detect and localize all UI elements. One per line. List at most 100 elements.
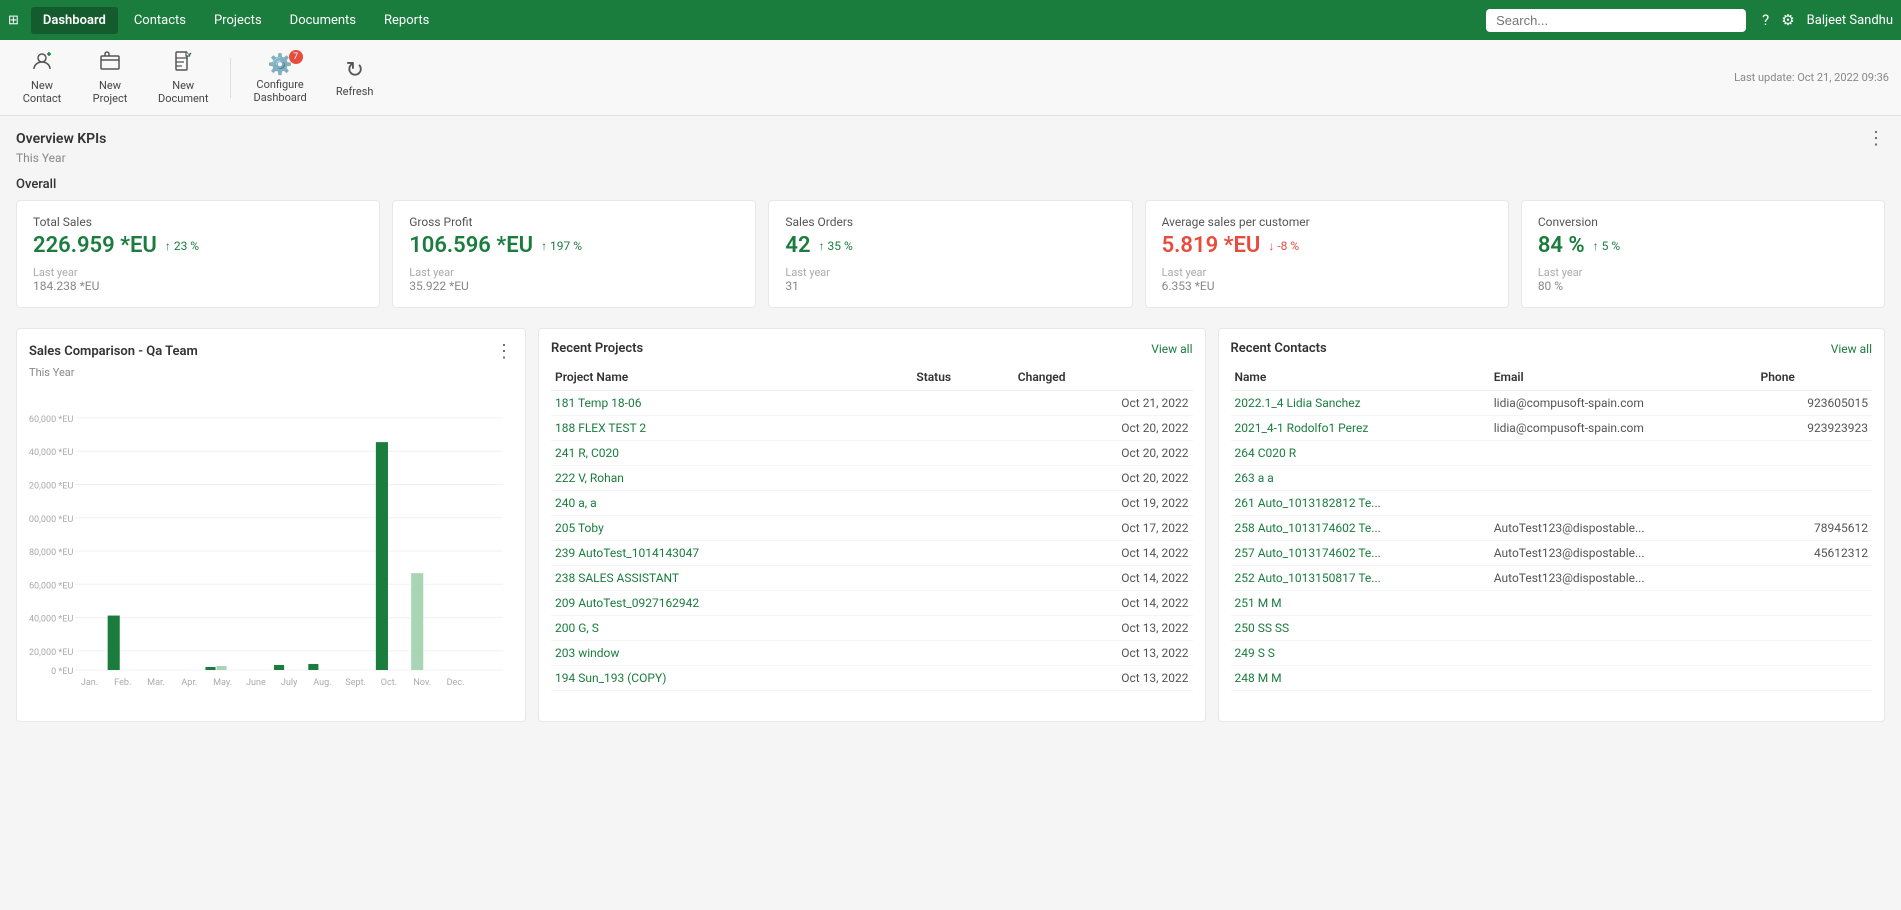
- project-name-cell[interactable]: 222 V, Rohan: [551, 466, 912, 491]
- overview-kpis-header: Overview KPIs ⋮: [16, 128, 1885, 149]
- project-name-cell[interactable]: 239 AutoTest_1014143047: [551, 541, 912, 566]
- recent-contacts-header: Recent Contacts View all: [1231, 341, 1873, 356]
- kpi-card-total-sales: Total Sales 226.959 *EU ↑ 23 % Last year…: [16, 200, 380, 308]
- contact-phone-cell: 923923923: [1757, 416, 1872, 441]
- new-contact-button[interactable]: NewContact: [12, 46, 72, 109]
- contact-email-cell: AutoTest123@dispostable...: [1490, 516, 1757, 541]
- project-name-cell[interactable]: 203 window: [551, 641, 912, 666]
- refresh-button[interactable]: ↻ Refresh: [325, 54, 385, 102]
- overall-label: Overall: [16, 177, 1885, 192]
- new-project-button[interactable]: NewProject: [80, 46, 140, 109]
- nav-item-contacts[interactable]: Contacts: [122, 7, 198, 34]
- kpi-label-total-sales: Total Sales: [33, 215, 363, 229]
- svg-text:40,000 *EU: 40,000 *EU: [29, 615, 73, 625]
- contact-phone-cell: 923605015: [1757, 391, 1872, 416]
- project-changed-cell: Oct 20, 2022: [1014, 416, 1193, 441]
- svg-text:Mar.: Mar.: [147, 678, 165, 688]
- project-name-cell[interactable]: 205 Toby: [551, 516, 912, 541]
- top-nav: ⊞ Dashboard Contacts Projects Documents …: [0, 0, 1901, 40]
- project-name-cell[interactable]: 240 a, a: [551, 491, 912, 516]
- svg-text:120,000 *EU: 120,000 *EU: [29, 482, 73, 492]
- svg-text:Jan.: Jan.: [81, 678, 98, 688]
- new-document-icon: [172, 50, 194, 77]
- table-row: 2021_4-1 Rodolfo1 Perez lidia@compusoft-…: [1231, 416, 1873, 441]
- svg-text:100,000 *EU: 100,000 *EU: [29, 515, 73, 525]
- contact-name-cell[interactable]: 261 Auto_1013182812 Te...: [1231, 491, 1490, 516]
- new-contact-label: NewContact: [23, 79, 61, 105]
- recent-projects-view-all[interactable]: View all: [1151, 342, 1192, 356]
- contact-name-cell[interactable]: 2022.1_4 Lidia Sanchez: [1231, 391, 1490, 416]
- nav-item-reports[interactable]: Reports: [372, 7, 441, 34]
- new-contact-icon: [31, 50, 53, 77]
- contact-name-cell[interactable]: 250 SS SS: [1231, 616, 1490, 641]
- new-document-button[interactable]: NewDocument: [148, 46, 218, 109]
- contact-email-cell: [1490, 666, 1757, 691]
- kpi-change-avg-sales: ↓ -8 %: [1268, 239, 1299, 253]
- kpi-last-value-total-sales: 184.238 *EU: [33, 279, 363, 293]
- contact-phone-cell: 45612312: [1757, 541, 1872, 566]
- project-name-cell[interactable]: 238 SALES ASSISTANT: [551, 566, 912, 591]
- table-row: 264 C020 R: [1231, 441, 1873, 466]
- new-project-icon: [99, 50, 121, 77]
- nav-item-documents[interactable]: Documents: [278, 7, 368, 34]
- project-changed-cell: Oct 20, 2022: [1014, 441, 1193, 466]
- svg-text:Dec.: Dec.: [447, 678, 465, 688]
- project-status-cell: [912, 416, 1013, 441]
- contact-name-cell[interactable]: 2021_4-1 Rodolfo1 Perez: [1231, 416, 1490, 441]
- project-status-cell: [912, 441, 1013, 466]
- project-name-cell[interactable]: 241 R, C020: [551, 441, 912, 466]
- kpi-change-total-sales: ↑ 23 %: [165, 239, 199, 253]
- table-row: 249 S S: [1231, 641, 1873, 666]
- project-changed-cell: Oct 17, 2022: [1014, 516, 1193, 541]
- svg-text:July: July: [281, 678, 298, 688]
- recent-contacts-panel: Recent Contacts View all Name Email Phon…: [1218, 328, 1886, 722]
- chart-area: 160,000 *EU 140,000 *EU 120,000 *EU 100,…: [29, 389, 513, 709]
- project-name-cell[interactable]: 200 G, S: [551, 616, 912, 641]
- kpi-value-conversion: 84 %: [1538, 233, 1585, 258]
- overview-kpis-menu[interactable]: ⋮: [1867, 128, 1885, 149]
- contact-name-cell[interactable]: 249 S S: [1231, 641, 1490, 666]
- project-name-cell[interactable]: 181 Temp 18-06: [551, 391, 912, 416]
- grid-icon[interactable]: ⊞: [8, 13, 19, 28]
- chart-menu[interactable]: ⋮: [495, 341, 513, 362]
- configure-dashboard-button[interactable]: 7 ⚙️ ConfigureDashboard: [243, 48, 316, 108]
- project-name-cell[interactable]: 209 AutoTest_0927162942: [551, 591, 912, 616]
- svg-text:May.: May.: [213, 678, 232, 688]
- contact-name-cell[interactable]: 257 Auto_1013174602 Te...: [1231, 541, 1490, 566]
- help-icon[interactable]: ?: [1762, 11, 1769, 29]
- project-status-cell: [912, 466, 1013, 491]
- table-row: 238 SALES ASSISTANT Oct 14, 2022: [551, 566, 1193, 591]
- bottom-panels: Sales Comparison - Qa Team ⋮ This Year: [16, 328, 1885, 722]
- configure-dashboard-badge: 7: [289, 50, 303, 64]
- overview-kpis-subtitle: This Year: [16, 151, 1885, 165]
- table-row: 209 AutoTest_0927162942 Oct 14, 2022: [551, 591, 1193, 616]
- nav-item-projects[interactable]: Projects: [202, 7, 274, 34]
- search-input[interactable]: [1486, 9, 1746, 32]
- recent-contacts-view-all[interactable]: View all: [1831, 342, 1872, 356]
- contact-name-cell[interactable]: 264 C020 R: [1231, 441, 1490, 466]
- nav-item-dashboard[interactable]: Dashboard: [31, 7, 118, 34]
- project-name-cell[interactable]: 188 FLEX TEST 2: [551, 416, 912, 441]
- table-row: 222 V, Rohan Oct 20, 2022: [551, 466, 1193, 491]
- user-name[interactable]: Baljeet Sandhu: [1807, 13, 1893, 28]
- project-changed-cell: Oct 13, 2022: [1014, 641, 1193, 666]
- contact-name-cell[interactable]: 252 Auto_1013150817 Te...: [1231, 566, 1490, 591]
- contact-name-cell[interactable]: 263 a a: [1231, 466, 1490, 491]
- contact-name-cell[interactable]: 251 M M: [1231, 591, 1490, 616]
- contact-name-cell[interactable]: 258 Auto_1013174602 Te...: [1231, 516, 1490, 541]
- svg-text:60,000 *EU: 60,000 *EU: [29, 581, 73, 591]
- kpi-card-conversion: Conversion 84 % ↑ 5 % Last year 80 %: [1521, 200, 1885, 308]
- toolbar: NewContact NewProject NewDocument 7 ⚙️ C…: [0, 40, 1901, 116]
- project-name-cell[interactable]: 194 Sun_193 (COPY): [551, 666, 912, 691]
- contact-email-cell: AutoTest123@dispostable...: [1490, 566, 1757, 591]
- table-row: 194 Sun_193 (COPY) Oct 13, 2022: [551, 666, 1193, 691]
- settings-icon[interactable]: ⚙: [1781, 11, 1794, 29]
- project-status-cell: [912, 391, 1013, 416]
- contact-phone-cell: [1757, 566, 1872, 591]
- recent-projects-title: Recent Projects: [551, 341, 643, 356]
- kpi-card-avg-sales: Average sales per customer 5.819 *EU ↓ -…: [1145, 200, 1509, 308]
- contact-name-cell[interactable]: 248 M M: [1231, 666, 1490, 691]
- project-changed-cell: Oct 20, 2022: [1014, 466, 1193, 491]
- contact-email-cell: [1490, 466, 1757, 491]
- svg-text:Nov.: Nov.: [413, 678, 431, 688]
